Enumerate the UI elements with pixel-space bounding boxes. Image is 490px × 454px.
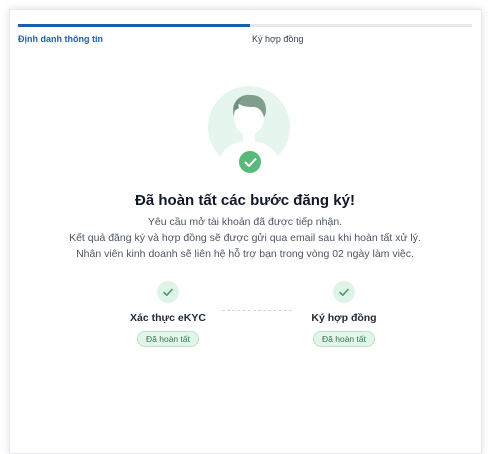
milestone-ekyc-name: Xác thực eKYC — [130, 312, 206, 324]
success-line-1: Yêu cầu mở tài khoản đã được tiếp nhận. — [147, 216, 343, 228]
milestone-contract-status-badge: Đã hoàn tất — [313, 331, 375, 347]
milestone-ekyc: Xác thực eKYC Đã hoàn tất — [108, 281, 228, 347]
avatar-illustration — [208, 86, 290, 175]
success-check-icon — [237, 149, 263, 175]
milestone-contract-name: Ký hợp đồng — [311, 312, 377, 324]
success-line-3: Nhân viên kinh doanh sẽ liên hệ hỗ trợ b… — [76, 248, 414, 260]
stepper: Định danh thông tin Ký hợp đồng — [18, 24, 472, 56]
step-identity-label: Định danh thông tin — [18, 34, 103, 44]
stepper-progress — [18, 24, 250, 27]
milestone-ekyc-status-badge: Đã hoàn tất — [137, 331, 199, 347]
step-contract-label: Ký hợp đồng — [252, 34, 304, 44]
success-line-2: Kết quả đăng ký và hợp đồng sẽ được gửi … — [69, 232, 421, 244]
check-icon — [333, 281, 355, 303]
check-icon — [157, 281, 179, 303]
milestone-connector — [222, 310, 292, 311]
success-title: Đã hoàn tất các bước đăng ký! — [135, 192, 355, 209]
milestone-contract: Ký hợp đồng Đã hoàn tất — [284, 281, 404, 347]
